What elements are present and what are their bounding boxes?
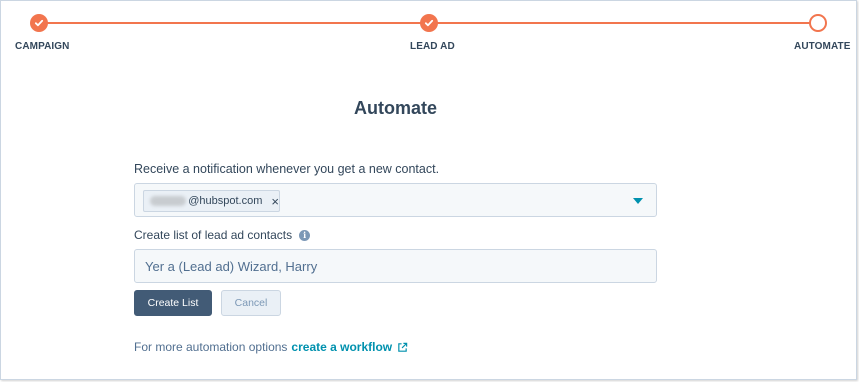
create-list-button[interactable]: Create List [134,290,212,316]
dropdown-caret-icon[interactable] [633,198,643,204]
create-workflow-link[interactable]: create a workflow [291,340,392,354]
step-lead-ad-check-icon[interactable] [420,14,438,32]
remove-recipient-icon[interactable]: × [271,195,279,208]
cancel-button[interactable]: Cancel [221,290,281,316]
step-automate-current-icon [809,14,827,32]
info-icon[interactable]: i [299,229,311,241]
list-name-input[interactable] [134,249,657,283]
recipient-chip: @hubspot.com × [143,190,280,212]
step-label-automate: AUTOMATE [794,41,851,52]
stepper-line [39,22,429,24]
page-title: Automate [353,98,437,118]
automate-panel: CAMPAIGN LEAD AD AUTOMATE Automate Recei… [0,0,857,380]
stepper-line [429,22,818,24]
step-label-lead-ad[interactable]: LEAD AD [410,41,455,52]
workflow-hint-text: For more automation options [134,340,288,354]
recipient-chip-email: @hubspot.com [188,195,263,207]
progress-stepper: CAMPAIGN LEAD AD AUTOMATE [1,1,858,61]
list-name-label: Create list of lead ad contacts [134,228,293,242]
step-label-campaign[interactable]: CAMPAIGN [15,41,70,52]
list-name-label-row: Create list of lead ad contacts i [134,228,311,242]
step-campaign-check-icon[interactable] [30,14,48,32]
external-link-icon[interactable] [397,342,408,353]
redacted-email-name [150,196,187,206]
notification-recipient-select[interactable]: @hubspot.com × [134,183,657,217]
workflow-hint: For more automation options create a wor… [134,340,408,354]
notification-label: Receive a notification whenever you get … [134,162,440,176]
